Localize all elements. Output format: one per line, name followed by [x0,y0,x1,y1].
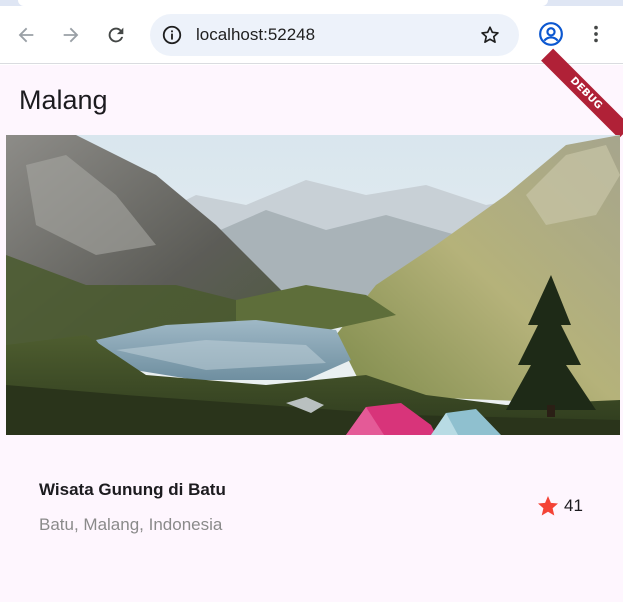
app-bar-title: Malang [19,85,108,115]
mountain-landscape-image [6,135,620,435]
place-info-row: Wisata Gunung di Batu Batu, Malang, Indo… [0,435,623,602]
star-outline-icon[interactable] [479,24,501,46]
star-icon [538,496,558,516]
reload-icon [108,27,124,43]
hero-image [6,135,620,435]
site-info-icon [162,25,182,45]
app-body: Malang DEBUG Wisata Gunung di Batu Batu,… [0,48,623,602]
rating: 41 [536,494,583,518]
url-text[interactable]: localhost:52248 [196,25,315,45]
tab-strip [0,0,623,6]
forward-button[interactable] [56,20,86,50]
place-location: Batu, Malang, Indonesia [39,515,223,534]
address-bar[interactable]: localhost:52248 [150,14,519,56]
browser-toolbar: localhost:52248 [0,0,623,64]
more-vert-icon[interactable] [585,22,607,46]
debug-label: DEBUG [567,75,605,112]
place-title: Wisata Gunung di Batu [39,480,226,499]
arrow-forward-icon [63,27,79,43]
arrow-back-icon [18,27,34,43]
account-circle-icon[interactable] [538,21,564,47]
site-info-button[interactable] [159,22,185,48]
reload-button[interactable] [101,20,131,50]
rating-count: 41 [564,496,583,515]
back-button[interactable] [11,20,41,50]
active-tab[interactable] [18,0,548,6]
